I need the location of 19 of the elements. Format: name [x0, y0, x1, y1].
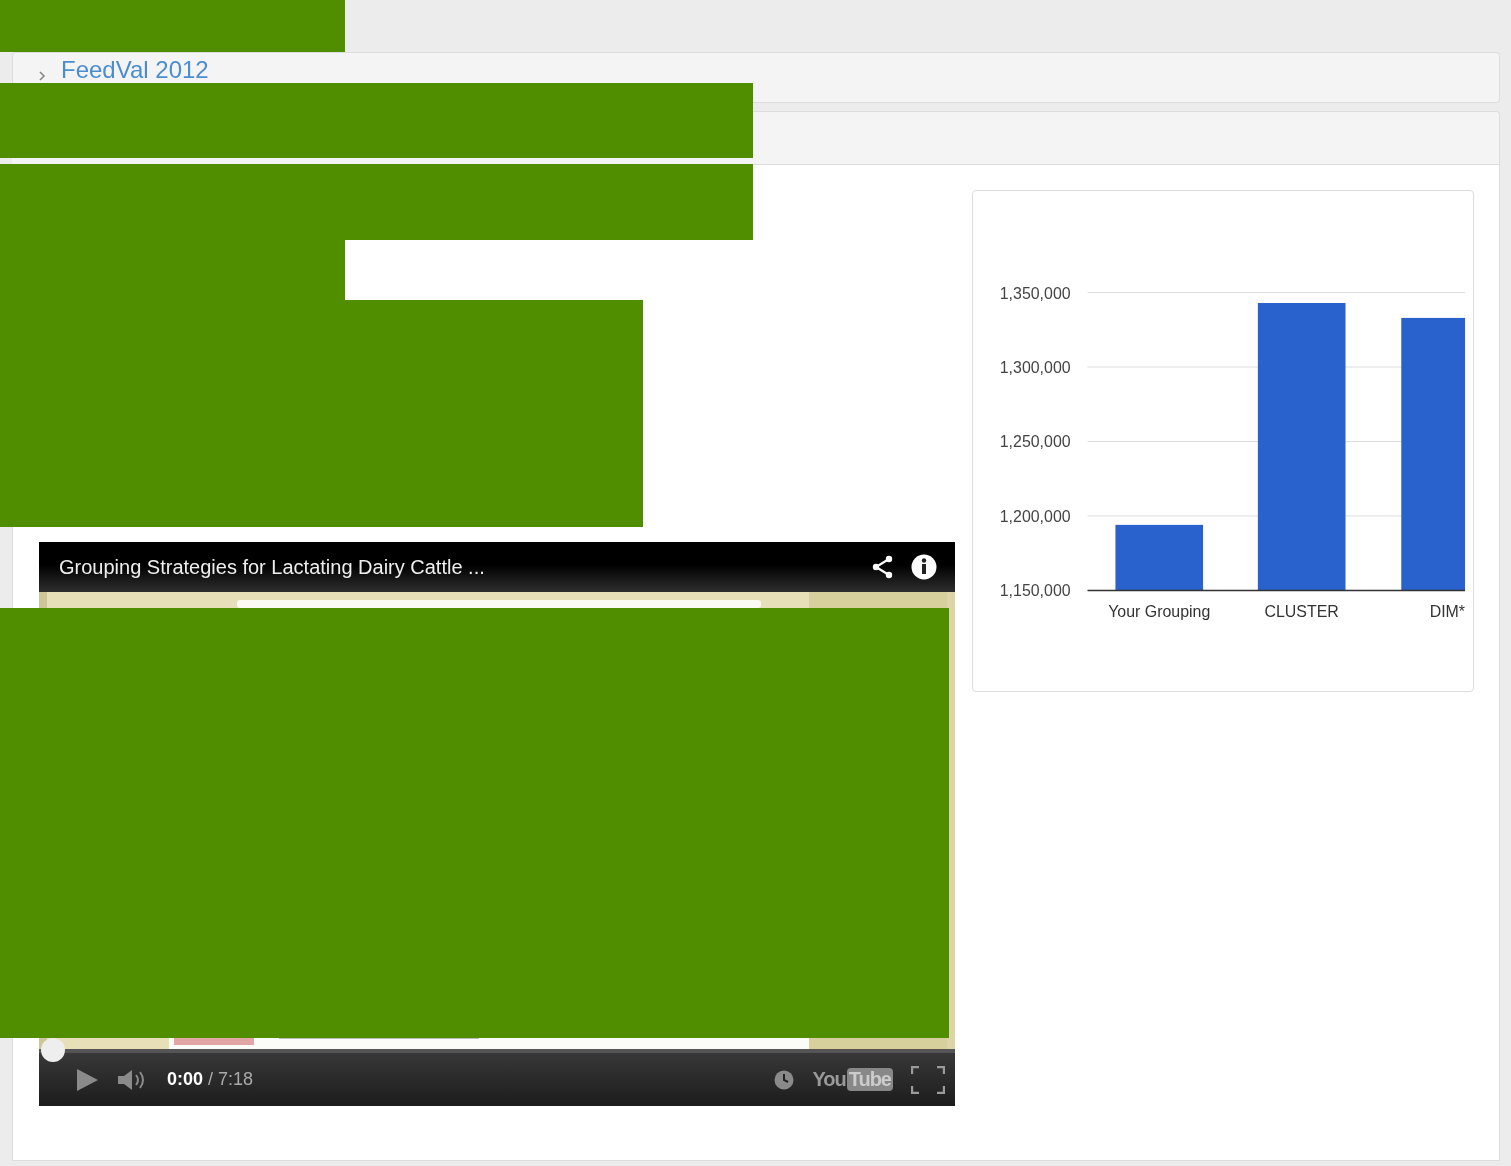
clock-icon[interactable]: [774, 1069, 795, 1090]
axis-tick-label: 1,350,000: [999, 284, 1071, 302]
duration: / 7:18: [208, 1069, 254, 1089]
category-label: DIM*: [1429, 603, 1466, 621]
axis-tick-label: 1,150,000: [999, 582, 1071, 600]
axis-tick-label: 1,250,000: [999, 433, 1071, 451]
video-title[interactable]: Grouping Strategies for Lactating Dairy Cattle ...: [59, 555, 855, 579]
axis-tick-label: 1,300,000: [999, 359, 1071, 376]
category-label: CLUSTER: [1264, 603, 1339, 621]
fullscreen-icon[interactable]: [911, 1065, 945, 1094]
axis-tick-label: 1,200,000: [999, 507, 1071, 525]
share-icon[interactable]: [871, 555, 895, 579]
panel-header[interactable]: FeedVal 2012: [12, 52, 1500, 83]
info-icon[interactable]: [911, 554, 937, 580]
category-label: Your Grouping: [1108, 603, 1211, 621]
play-icon[interactable]: [75, 1067, 99, 1092]
panel-title-link[interactable]: FeedVal 2012: [61, 58, 209, 82]
scrubber-handle[interactable]: [41, 1038, 65, 1062]
current-time: 0:00: [167, 1069, 204, 1089]
